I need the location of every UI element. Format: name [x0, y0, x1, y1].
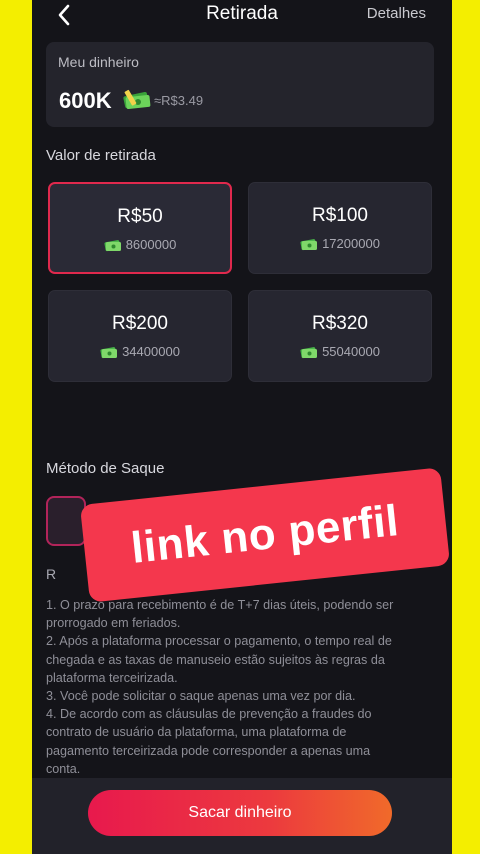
rules-line: 4. De acordo com as cláusulas de prevenç…: [46, 707, 372, 722]
rules-line: 3. Você pode solicitar o saque apenas um…: [46, 689, 356, 704]
option-coins: 55040000: [249, 344, 431, 359]
option-coins: 8600000: [50, 237, 230, 252]
option-coins-value: 8600000: [125, 237, 177, 252]
option-coins-value: 17200000: [322, 236, 380, 251]
rules-line: pagamento terceirizada pode corresponder…: [46, 743, 371, 758]
rules-line: plataforma terceirizada.: [46, 670, 178, 685]
bottom-bar: Sacar dinheiro: [32, 778, 452, 854]
cash-stack-icon: [300, 347, 318, 359]
cash-stack-icon: [104, 240, 121, 252]
option-price: R$50: [117, 206, 163, 227]
option-price: R$100: [312, 205, 368, 226]
header: Retirada Detalhes: [32, 0, 452, 30]
withdraw-option-50[interactable]: R$50 8600000: [48, 182, 232, 274]
withdraw-method-label: Método de Saque: [46, 460, 165, 477]
withdraw-option-100[interactable]: R$100 17200000: [248, 182, 432, 274]
option-coins: 34400000: [49, 344, 231, 359]
option-coins-value: 34400000: [122, 344, 180, 359]
withdraw-amount-label: Valor de retirada: [46, 147, 156, 164]
rules-heading: R: [46, 566, 57, 582]
withdraw-option-200[interactable]: R$200 34400000: [48, 290, 232, 382]
app-screen: Retirada Detalhes Meu dinheiro 600K ≈R$3…: [32, 0, 452, 854]
rules-line: 2. Após a plataforma processar o pagamen…: [46, 634, 392, 649]
withdraw-method-option[interactable]: [46, 496, 86, 546]
withdraw-money-button[interactable]: Sacar dinheiro: [88, 790, 392, 836]
option-coins: 17200000: [249, 236, 431, 251]
withdraw-option-320[interactable]: R$320 55040000: [248, 290, 432, 382]
link-in-profile-banner: link no perfil: [79, 467, 451, 603]
option-price: R$200: [112, 313, 168, 334]
rules-line: chegada e as taxas de manuseio estão suj…: [46, 652, 385, 667]
rules-line: prorrogado em feriados.: [46, 616, 181, 631]
cash-stack-icon: [123, 89, 151, 110]
details-link[interactable]: Detalhes: [367, 5, 426, 22]
rules-text: 1. O prazo para recebimento é de T+7 dia…: [46, 596, 438, 778]
option-coins-value: 55040000: [322, 344, 380, 359]
rules-line: conta.: [46, 761, 81, 776]
balance-label: Meu dinheiro: [58, 54, 139, 70]
balance-amount: 600K: [59, 88, 112, 113]
balance-card: Meu dinheiro 600K ≈R$3.49: [46, 42, 434, 127]
banner-text: link no perfil: [128, 496, 402, 573]
rules-line: contrato de usuário da plataforma, uma p…: [46, 725, 347, 740]
balance-approx-value: ≈R$3.49: [154, 93, 204, 108]
cash-stack-icon: [100, 347, 118, 359]
cash-stack-icon: [300, 239, 318, 251]
option-price: R$320: [312, 313, 368, 334]
